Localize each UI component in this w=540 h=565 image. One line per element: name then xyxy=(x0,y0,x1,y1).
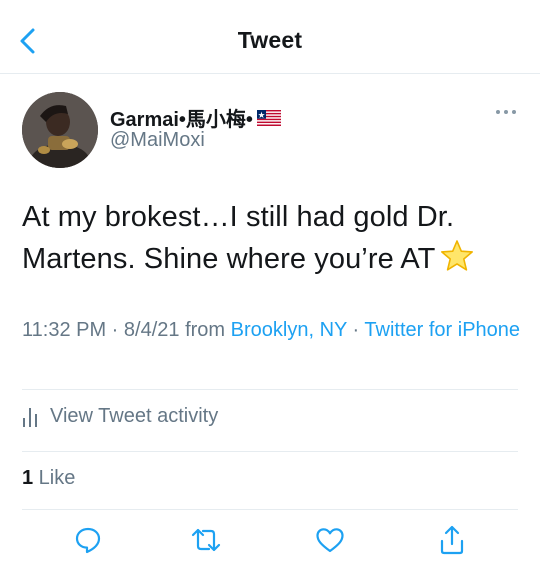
separator-dot: · xyxy=(347,319,365,341)
location-link[interactable]: Brooklyn, NY xyxy=(231,319,347,341)
tweet-text-line: At my brokest…I still had gold Dr. xyxy=(22,201,455,233)
liberia-flag-icon xyxy=(256,109,281,126)
separator-dot: · xyxy=(106,319,124,341)
reply-icon[interactable] xyxy=(72,524,104,556)
bar-chart-icon xyxy=(23,407,37,427)
avatar[interactable] xyxy=(22,92,98,168)
tweet-time: 11:32 PM xyxy=(22,319,107,341)
source-link[interactable]: Twitter for iPhone xyxy=(364,319,520,341)
tweet-text-segment: Martens. Shine where you’re AT xyxy=(22,243,436,275)
user-handle[interactable]: @MaiMoxi xyxy=(110,129,205,152)
divider xyxy=(22,389,518,390)
tweet-date: 8/4/21 xyxy=(123,319,180,341)
avatar-photo xyxy=(22,92,98,168)
like-count: 1 xyxy=(22,467,34,489)
author-name-row[interactable]: Garmai•馬小梅• xyxy=(110,103,281,132)
like-label: Like xyxy=(33,467,76,489)
divider xyxy=(22,451,518,452)
divider xyxy=(22,509,518,510)
more-dots-icon[interactable] xyxy=(494,106,518,118)
tweet-text: At my brokest…I still had gold Dr. Marte… xyxy=(22,196,522,280)
view-activity-label: View Tweet activity xyxy=(50,405,219,427)
retweet-icon[interactable] xyxy=(190,524,222,556)
tweet-text-line: Martens. Shine where you’re AT xyxy=(22,238,522,280)
top-nav-bar: Tweet xyxy=(0,0,540,74)
from-label: from xyxy=(179,319,231,341)
heart-icon[interactable] xyxy=(314,524,346,556)
star-emoji-icon xyxy=(440,240,473,271)
display-name: Garmai•馬小梅• xyxy=(110,109,253,131)
page-title: Tweet xyxy=(237,27,303,53)
share-icon[interactable] xyxy=(436,524,468,556)
like-count-row[interactable]: 1 Like xyxy=(22,467,75,490)
view-activity-button[interactable]: View Tweet activity xyxy=(22,405,218,428)
tweet-meta: 11:32 PM · 8/4/21 from Brooklyn, NY · Tw… xyxy=(22,316,522,345)
